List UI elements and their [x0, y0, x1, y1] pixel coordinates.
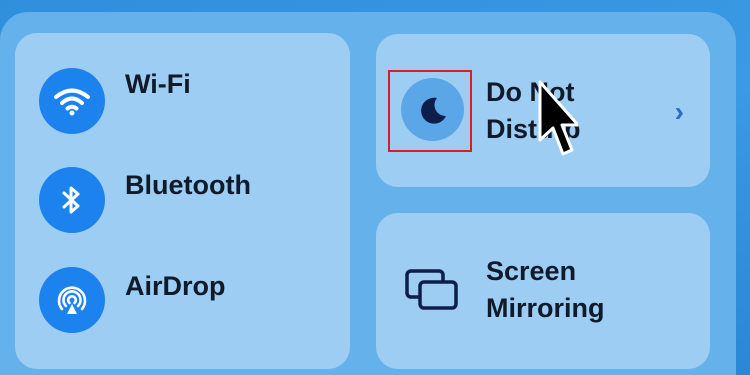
wifi-icon	[54, 88, 90, 116]
airdrop-toggle-button[interactable]	[39, 267, 105, 333]
airdrop-icon	[57, 286, 87, 314]
wifi-toggle-button[interactable]	[39, 68, 105, 134]
bluetooth-label: Bluetooth	[125, 170, 251, 200]
wifi-row[interactable]	[39, 68, 105, 134]
highlight-box	[388, 70, 472, 152]
screen-mirroring-icon	[405, 269, 458, 310]
airdrop-row[interactable]	[39, 267, 105, 333]
screen-mirroring-label: Screen Mirroring	[486, 256, 605, 323]
bluetooth-row[interactable]	[39, 167, 105, 233]
bluetooth-toggle-button[interactable]	[39, 167, 105, 233]
mouse-pointer-icon	[538, 80, 578, 156]
chevron-right-icon[interactable]: ›	[675, 96, 684, 128]
airdrop-label: AirDrop	[125, 271, 226, 301]
wifi-label: Wi-Fi	[125, 69, 191, 99]
connectivity-tile: Wi-Fi Bluetooth AirDrop	[15, 33, 350, 369]
bluetooth-icon	[62, 186, 80, 214]
screen-mirroring-tile[interactable]: Screen Mirroring	[376, 213, 710, 369]
